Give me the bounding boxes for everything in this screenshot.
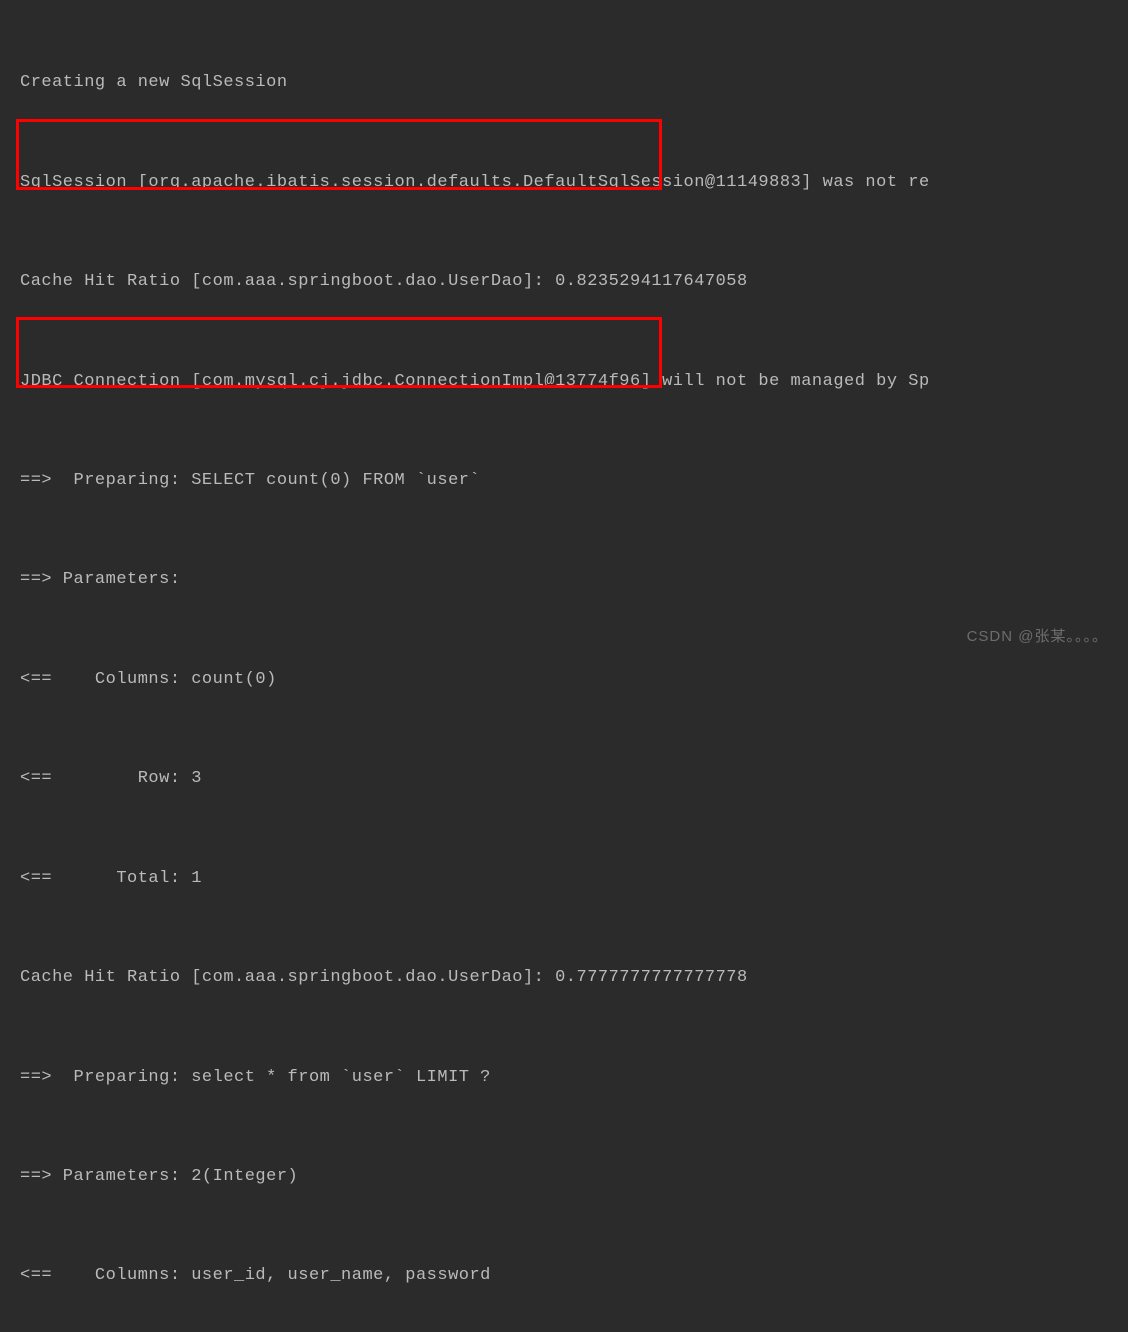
log-line-total: <== Total: 1 bbox=[20, 862, 1108, 895]
console-output: Creating a new SqlSession SqlSession [or… bbox=[0, 0, 1128, 1332]
log-line-preparing: ==> Preparing: select * from `user` LIMI… bbox=[20, 1061, 1108, 1094]
log-line: Cache Hit Ratio [com.aaa.springboot.dao.… bbox=[20, 265, 1108, 298]
log-line-columns: <== Columns: count(0) bbox=[20, 663, 1108, 696]
log-line-row: <== Row: 3 bbox=[20, 762, 1108, 795]
log-line: SqlSession [org.apache.ibatis.session.de… bbox=[20, 166, 1108, 199]
log-line: JDBC Connection [com.mysql.cj.jdbc.Conne… bbox=[20, 365, 1108, 398]
log-line: Cache Hit Ratio [com.aaa.springboot.dao.… bbox=[20, 961, 1108, 994]
watermark-text: CSDN @张某。。。。 bbox=[967, 622, 1108, 651]
log-line-columns: <== Columns: user_id, user_name, passwor… bbox=[20, 1259, 1108, 1292]
log-line-preparing: ==> Preparing: SELECT count(0) FROM `use… bbox=[20, 464, 1108, 497]
log-line-parameters: ==> Parameters: 2(Integer) bbox=[20, 1160, 1108, 1193]
log-line: Creating a new SqlSession bbox=[20, 66, 1108, 99]
log-line-parameters: ==> Parameters: bbox=[20, 563, 1108, 596]
